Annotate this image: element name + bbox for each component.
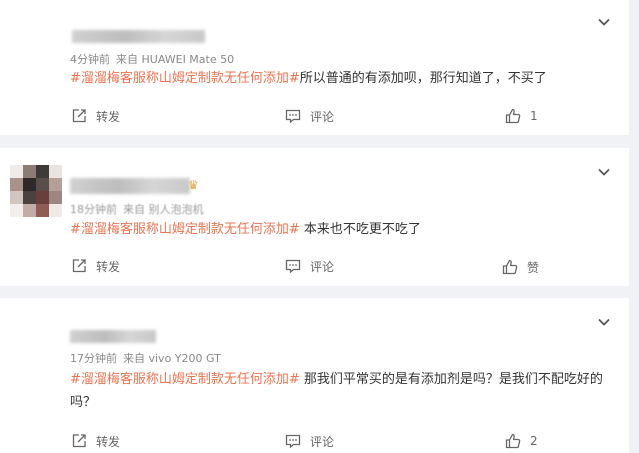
forward-label: 转发 [96,434,121,449]
username-blurred[interactable] [72,30,205,43]
comment-time: 17分钟前 [70,352,117,365]
username-blurred[interactable] [70,330,156,343]
thumbs-up-icon [505,433,521,449]
forward-label: 转发 [96,259,121,274]
comment-source: 来自 HUAWEI Mate 50 [116,53,235,66]
comment-body: 本来也不吃更不吃了 [299,222,421,237]
avatar[interactable] [10,17,60,67]
comment-icon [285,434,301,449]
hashtag-link[interactable]: #溜溜梅客服称山姆定制款无任何添加# [70,222,300,237]
comment-icon [285,259,301,274]
avatar[interactable] [10,317,60,367]
like-count: 1 [530,109,538,123]
chevron-down-icon[interactable] [597,315,611,329]
forward-label: 转发 [96,109,121,124]
like-label: 赞 [527,260,540,275]
comment-time: 18分钟前 [70,203,117,216]
comment-label: 评论 [310,434,335,449]
comment-body: 所以普通的有添加呗，那行知道了，不买了 [299,71,547,86]
hashtag-link[interactable]: #溜溜梅客服称山姆定制款无任何添加# [70,372,300,387]
comment-icon [285,109,301,124]
comment-source: 来自 vivo Y200 GT [123,352,221,365]
comment-text: #溜溜梅客服称山姆定制款无任何添加#所以普通的有添加呗，那行知道了，不买了 [70,67,618,90]
chevron-down-icon[interactable] [597,165,611,179]
forward-icon [72,109,86,123]
forward-button[interactable]: 转发 [70,432,120,450]
comment-text: #溜溜梅客服称山姆定制款无任何添加# 那我们平常买的是有添加剂是吗？是我们不配吃… [70,368,618,414]
forward-icon [72,259,86,273]
hashtag-link[interactable]: #溜溜梅客服称山姆定制款无任何添加# [70,71,300,86]
crown-badge-icon: ♛ [188,178,199,192]
like-button[interactable]: 1 [504,107,538,125]
comment-meta: 18分钟前 来自 别人泡泡机 [70,201,204,217]
comment-time: 4分钟前 [70,53,110,66]
comment-label: 评论 [310,109,335,124]
like-count: 2 [530,434,538,448]
forward-button[interactable]: 转发 [70,257,120,275]
forward-icon [72,434,86,448]
comment-button[interactable]: 评论 [284,257,334,275]
comment-meta: 4分钟前 来自 HUAWEI Mate 50 [70,51,234,67]
comment-label: 评论 [310,259,335,274]
username-blurred[interactable] [70,178,190,194]
forward-button[interactable]: 转发 [70,107,120,125]
avatar[interactable] [10,165,62,217]
comment-button[interactable]: 评论 [284,107,334,125]
comment-meta: 17分钟前 来自 vivo Y200 GT [70,350,221,366]
thumbs-up-icon [502,259,518,275]
like-button[interactable]: 2 [504,432,538,450]
like-button[interactable]: 赞 [501,258,539,276]
comment-source: 来自 别人泡泡机 [123,203,204,216]
comment-button[interactable]: 评论 [284,432,334,450]
chevron-down-icon[interactable] [597,15,611,29]
comment-text: #溜溜梅客服称山姆定制款无任何添加# 本来也不吃更不吃了 [70,218,618,241]
thumbs-up-icon [505,108,521,124]
